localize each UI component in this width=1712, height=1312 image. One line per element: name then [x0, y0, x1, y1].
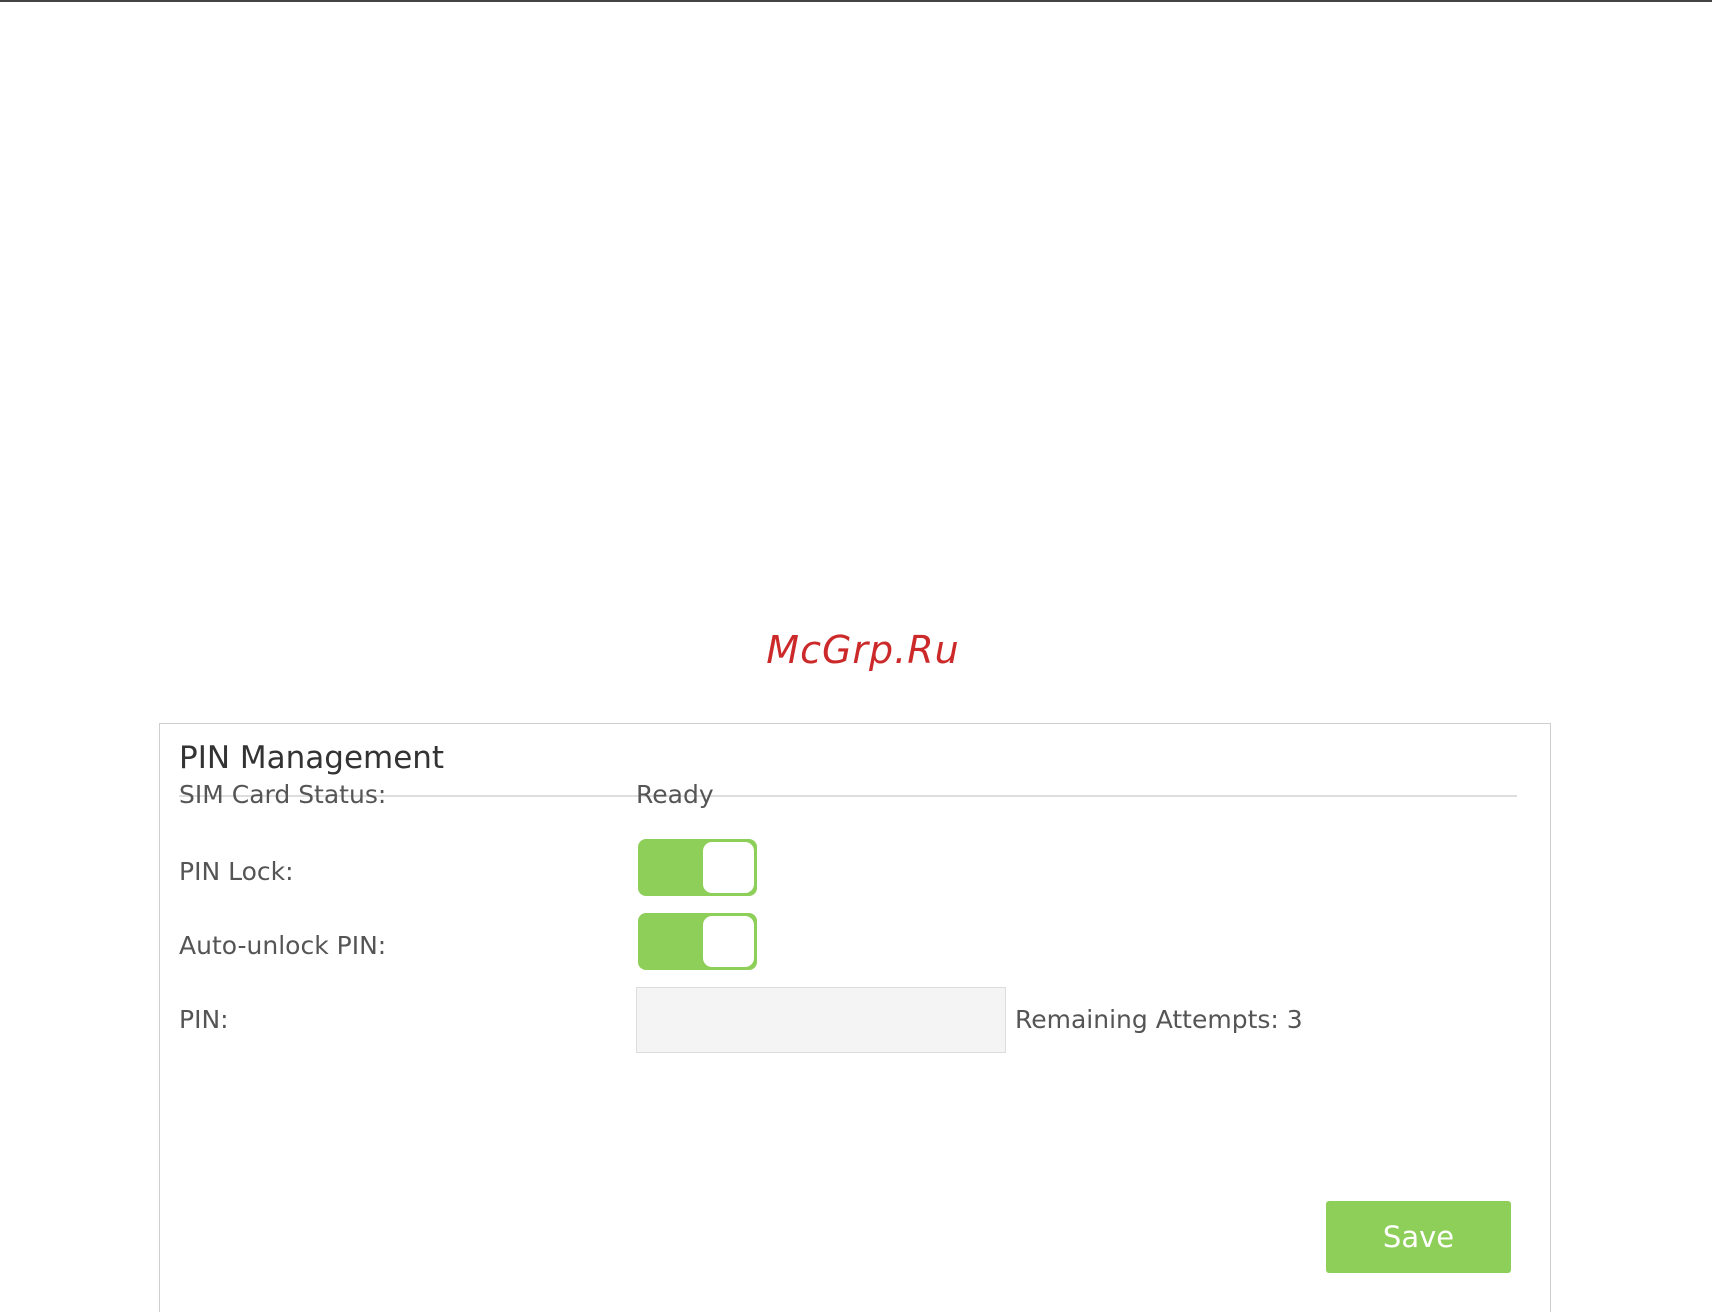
sim-status-value: Ready [636, 780, 714, 809]
page: McGrp.Ru PIN Management SIM Card Status:… [0, 0, 1712, 1312]
save-button[interactable]: Save [1326, 1201, 1511, 1273]
auto-unlock-toggle[interactable] [638, 913, 757, 970]
sim-status-label: SIM Card Status: [179, 780, 387, 809]
remaining-attempts: Remaining Attempts: 3 [1015, 1005, 1303, 1034]
pin-lock-toggle-knob [703, 842, 754, 893]
pin-lock-label: PIN Lock: [179, 857, 294, 886]
auto-unlock-label: Auto-unlock PIN: [179, 931, 387, 960]
pin-label: PIN: [179, 1005, 229, 1034]
pin-management-panel: PIN Management SIM Card Status: Ready PI… [159, 723, 1551, 1312]
panel-title: PIN Management [179, 740, 445, 776]
pin-input[interactable] [636, 987, 1006, 1053]
pin-lock-toggle[interactable] [638, 839, 757, 896]
top-rule [0, 0, 1712, 2]
auto-unlock-toggle-knob [703, 916, 754, 967]
watermark-text: McGrp.Ru [766, 628, 960, 672]
